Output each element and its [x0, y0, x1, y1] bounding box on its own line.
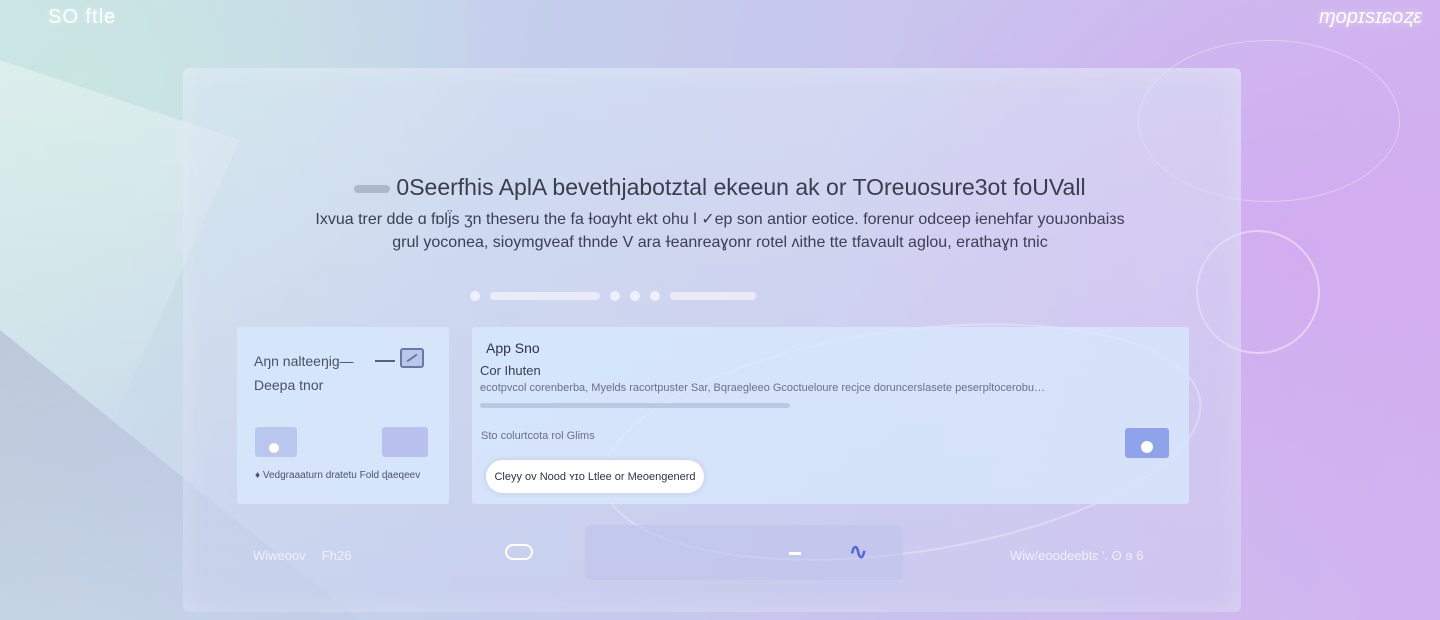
app-settings-card: App Sno Cor Ihuten ecotpvcol corenberba,… [472, 327, 1189, 504]
card-title: App Sno [486, 340, 540, 356]
pagination-dot[interactable] [630, 291, 640, 301]
footer-status: Wiw/eoodeebtɛ ʹ. ʘ ɘ 6 [1010, 548, 1144, 563]
toggle-button[interactable] [472, 525, 568, 580]
left-settings-card: Aŋn nalteeŋig— Deepa tnor ♦ Vedgraaaturn… [237, 327, 449, 504]
action-pill-button[interactable]: Cleyy ov Nood ʏɪo Ltlee or Meoengenerd [486, 460, 704, 493]
setting-label: Sto colurtcota rol Glims [481, 430, 595, 442]
pagination-dot[interactable] [470, 291, 480, 301]
pagination-dot[interactable] [650, 291, 660, 301]
description-placeholder-line [480, 403, 790, 408]
left-card-label: Aŋn nalteeŋig— [254, 353, 354, 369]
wave-icon[interactable]: ∿ [849, 539, 867, 565]
toggle-pill-icon [505, 544, 533, 560]
footer-link-a[interactable]: Wiweoov [253, 548, 306, 563]
pagination-indicator [470, 289, 850, 303]
hero-title-text: 0Seerfhis AplA bevethjabotztal ekeeun ak… [396, 174, 1086, 200]
footer-links: Wiweoov Fh26 [253, 548, 351, 563]
hero-subtitle-line2: ɡrul yoconea, sioymgveaf thnde V ara ɫea… [392, 234, 1048, 251]
minus-icon[interactable] [789, 552, 801, 555]
dash-icon [354, 184, 391, 193]
controls-bar[interactable]: ∿ [585, 525, 903, 580]
brand-logo-right: ɱopɪsɪɕoⱬɛ [1318, 6, 1422, 28]
toggle-switch-secondary[interactable] [382, 427, 428, 457]
footer-link-b[interactable]: Fh26 [322, 548, 352, 563]
pagination-bar[interactable] [490, 292, 600, 300]
line-icon [375, 360, 395, 362]
pagination-bar-active[interactable] [670, 292, 756, 300]
card-subtitle: Cor Ihuten [480, 363, 541, 378]
image-icon[interactable] [400, 348, 424, 368]
toggle-switch[interactable] [255, 427, 297, 457]
left-card-sublabel: Deepa tnor [254, 377, 324, 393]
brand-logo-left: SO ftle [48, 6, 117, 28]
card-description: ecotpvcol corenberba, Myelds racortpuste… [480, 382, 1045, 394]
left-card-footer: ♦ Vedgraaaturn dratetu Fold ɖaeqeev [255, 470, 421, 481]
pagination-dot[interactable] [610, 291, 620, 301]
hero-subtitle-line1: Ixvua trer dde ɑ fɒlj̈s ʒn theseru the f… [315, 211, 1125, 228]
hero-title: 0Seerfhis AplA bevethjabotztal ekeeun ak… [290, 174, 1150, 201]
setting-toggle[interactable] [1125, 428, 1169, 458]
